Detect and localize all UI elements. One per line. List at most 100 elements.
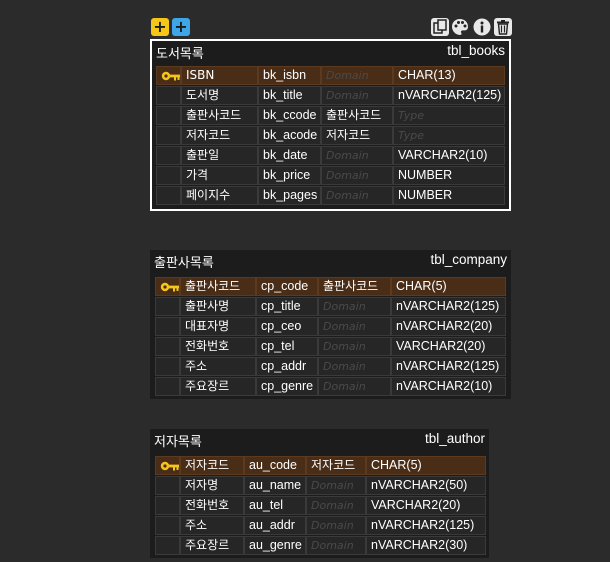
domain-cell[interactable]: Domain: [306, 516, 366, 535]
key-cell[interactable]: [155, 317, 180, 336]
key-cell[interactable]: [155, 516, 180, 535]
data-type-cell[interactable]: nVARCHAR2(125): [393, 86, 505, 105]
domain-cell[interactable]: 저자코드: [306, 456, 366, 475]
data-type-cell[interactable]: Type: [393, 126, 505, 145]
physical-name-cell[interactable]: bk_isbn: [258, 66, 321, 85]
logical-name-cell[interactable]: 전화번호: [180, 496, 244, 515]
palette-icon[interactable]: [451, 18, 469, 36]
key-cell[interactable]: [156, 186, 181, 205]
data-type-cell[interactable]: CHAR(5): [391, 277, 506, 296]
data-type-cell[interactable]: VARCHAR2(20): [391, 337, 506, 356]
key-cell[interactable]: [156, 146, 181, 165]
physical-name-cell[interactable]: cp_tel: [256, 337, 318, 356]
copy-icon[interactable]: [431, 18, 449, 36]
domain-cell[interactable]: Domain: [306, 476, 366, 495]
key-cell[interactable]: [155, 377, 180, 396]
data-type-cell[interactable]: nVARCHAR2(125): [391, 297, 506, 316]
domain-cell[interactable]: Domain: [318, 317, 391, 336]
field-row[interactable]: 주소 cp_addr Domain nVARCHAR2(125): [150, 357, 511, 377]
domain-cell[interactable]: Domain: [318, 377, 391, 396]
field-row[interactable]: ISBN bk_isbn Domain CHAR(13): [152, 66, 509, 86]
key-cell[interactable]: [155, 277, 180, 296]
logical-name-cell[interactable]: 저자코드: [180, 456, 244, 475]
field-row[interactable]: 주요장르 cp_genre Domain nVARCHAR2(10): [150, 377, 511, 397]
logical-name-cell[interactable]: 주소: [180, 516, 244, 535]
table-books[interactable]: 도서목록 tbl_books ISBN bk_isbn Domain CHAR(13)…: [150, 39, 511, 211]
trash-icon[interactable]: [494, 18, 512, 36]
field-row[interactable]: 출판사코드 cp_code 출판사코드 CHAR(5): [150, 277, 511, 297]
domain-cell[interactable]: Domain: [318, 337, 391, 356]
table-header[interactable]: 출판사목록 tbl_company: [150, 250, 511, 274]
physical-name-cell[interactable]: bk_ccode: [258, 106, 321, 125]
domain-cell[interactable]: Domain: [321, 86, 393, 105]
key-cell[interactable]: [156, 106, 181, 125]
physical-name-cell[interactable]: au_name: [244, 476, 306, 495]
physical-name-cell[interactable]: au_addr: [244, 516, 306, 535]
info-icon[interactable]: [473, 18, 491, 36]
logical-name-cell[interactable]: 주소: [180, 357, 256, 376]
physical-name-cell[interactable]: au_tel: [244, 496, 306, 515]
data-type-cell[interactable]: nVARCHAR2(125): [366, 516, 486, 535]
key-cell[interactable]: [155, 297, 180, 316]
key-cell[interactable]: [155, 496, 180, 515]
key-cell[interactable]: [156, 126, 181, 145]
field-row[interactable]: 저자명 au_name Domain nVARCHAR2(50): [150, 476, 489, 496]
key-cell[interactable]: [156, 166, 181, 185]
key-cell[interactable]: [155, 536, 180, 555]
domain-cell[interactable]: Domain: [321, 186, 393, 205]
domain-cell[interactable]: Domain: [321, 166, 393, 185]
domain-cell[interactable]: Domain: [306, 496, 366, 515]
domain-cell[interactable]: 저자코드: [321, 126, 393, 145]
logical-name-cell[interactable]: 저자명: [180, 476, 244, 495]
domain-cell[interactable]: Domain: [321, 146, 393, 165]
data-type-cell[interactable]: NUMBER: [393, 186, 505, 205]
key-cell[interactable]: [156, 86, 181, 105]
data-type-cell[interactable]: nVARCHAR2(125): [391, 357, 506, 376]
logical-name-cell[interactable]: 도서명: [181, 86, 258, 105]
table-author[interactable]: 저자목록 tbl_author 저자코드 au_code 저자코드 CHAR(5) 저자…: [150, 429, 489, 558]
physical-name-cell[interactable]: au_genre: [244, 536, 306, 555]
field-row[interactable]: 주소 au_addr Domain nVARCHAR2(125): [150, 516, 489, 536]
field-row[interactable]: 가격 bk_price Domain NUMBER: [152, 166, 509, 186]
domain-cell[interactable]: Domain: [318, 297, 391, 316]
table-header[interactable]: 저자목록 tbl_author: [150, 429, 489, 453]
key-cell[interactable]: [156, 66, 181, 85]
logical-name-cell[interactable]: 페이지수: [181, 186, 258, 205]
physical-name-cell[interactable]: cp_genre: [256, 377, 318, 396]
add-field-button[interactable]: +: [172, 18, 190, 36]
logical-name-cell[interactable]: 출판사명: [180, 297, 256, 316]
logical-name-cell[interactable]: ISBN: [181, 66, 258, 85]
logical-name-cell[interactable]: 저자코드: [181, 126, 258, 145]
field-row[interactable]: 저자코드 bk_acode 저자코드 Type: [152, 126, 509, 146]
logical-name-cell[interactable]: 가격: [181, 166, 258, 185]
data-type-cell[interactable]: CHAR(5): [366, 456, 486, 475]
data-type-cell[interactable]: VARCHAR2(20): [366, 496, 486, 515]
field-row[interactable]: 도서명 bk_title Domain nVARCHAR2(125): [152, 86, 509, 106]
domain-cell[interactable]: Domain: [318, 357, 391, 376]
logical-name-cell[interactable]: 전화번호: [180, 337, 256, 356]
physical-name-cell[interactable]: bk_pages: [258, 186, 321, 205]
field-row[interactable]: 전화번호 au_tel Domain VARCHAR2(20): [150, 496, 489, 516]
data-type-cell[interactable]: Type: [393, 106, 505, 125]
field-row[interactable]: 주요장르 au_genre Domain nVARCHAR2(30): [150, 536, 489, 556]
data-type-cell[interactable]: VARCHAR2(10): [393, 146, 505, 165]
physical-name-cell[interactable]: cp_code: [256, 277, 318, 296]
key-cell[interactable]: [155, 476, 180, 495]
data-type-cell[interactable]: nVARCHAR2(20): [391, 317, 506, 336]
field-row[interactable]: 페이지수 bk_pages Domain NUMBER: [152, 186, 509, 206]
logical-name-cell[interactable]: 주요장르: [180, 536, 244, 555]
physical-name-cell[interactable]: cp_title: [256, 297, 318, 316]
physical-name-cell[interactable]: bk_acode: [258, 126, 321, 145]
data-type-cell[interactable]: NUMBER: [393, 166, 505, 185]
data-type-cell[interactable]: nVARCHAR2(30): [366, 536, 486, 555]
logical-name-cell[interactable]: 출판사코드: [180, 277, 256, 296]
physical-name-cell[interactable]: bk_price: [258, 166, 321, 185]
logical-name-cell[interactable]: 대표자명: [180, 317, 256, 336]
field-row[interactable]: 전화번호 cp_tel Domain VARCHAR2(20): [150, 337, 511, 357]
data-type-cell[interactable]: CHAR(13): [393, 66, 505, 85]
physical-name-cell[interactable]: au_code: [244, 456, 306, 475]
logical-name-cell[interactable]: 출판사코드: [181, 106, 258, 125]
table-header[interactable]: 도서목록 tbl_books: [152, 41, 509, 65]
domain-cell[interactable]: 출판사코드: [318, 277, 391, 296]
physical-name-cell[interactable]: bk_date: [258, 146, 321, 165]
